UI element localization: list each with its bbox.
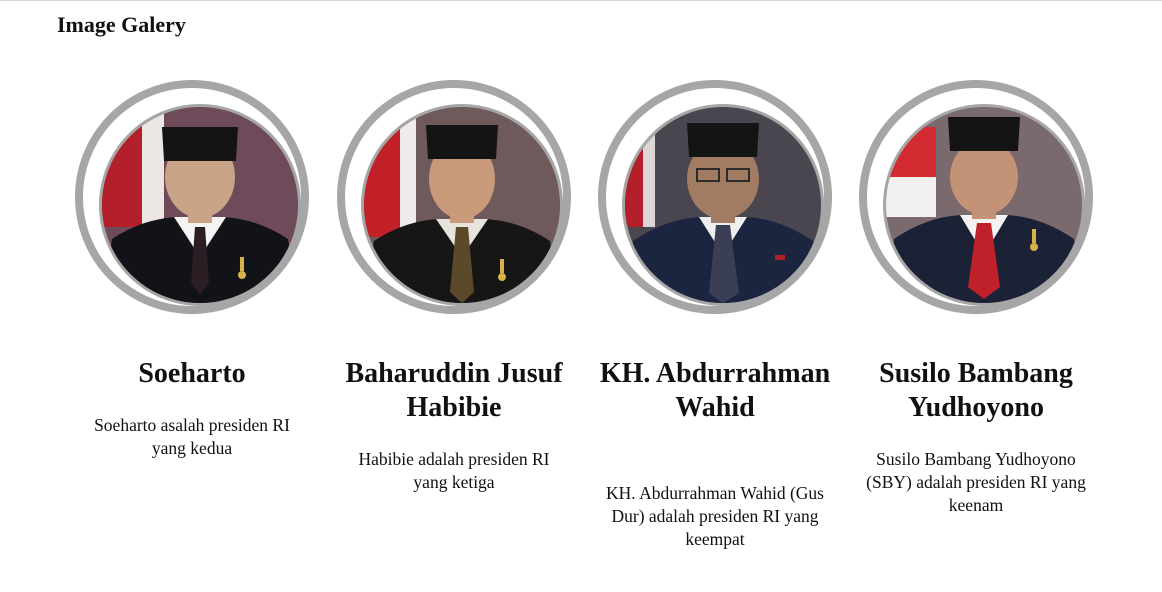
portrait-frame bbox=[859, 80, 1093, 314]
portrait-image[interactable] bbox=[625, 107, 821, 303]
person-name: KH. Abdurrahman Wahid bbox=[599, 358, 831, 423]
portrait-image[interactable] bbox=[364, 107, 560, 303]
person-name: Baharuddin Jusuf Habibie bbox=[345, 358, 563, 423]
top-divider bbox=[0, 0, 1162, 1]
portrait-frame bbox=[598, 80, 832, 314]
person-name: Susilo Bambang Yudhoyono bbox=[879, 358, 1073, 423]
person-description: Habibie adalah presiden RI yang ketiga bbox=[358, 449, 550, 492]
portrait-image[interactable] bbox=[886, 107, 1082, 303]
person-description: KH. Abdurrahman Wahid (Gus Dur) adalah p… bbox=[606, 483, 824, 549]
portrait-frame bbox=[75, 80, 309, 314]
person-description: Susilo Bambang Yudhoyono (SBY) adalah pr… bbox=[866, 449, 1086, 515]
person-description: Soeharto asalah presiden RI yang kedua bbox=[94, 415, 290, 458]
portrait-image[interactable] bbox=[102, 107, 298, 303]
person-name: Soeharto bbox=[138, 358, 246, 389]
page-title: Image Galery bbox=[57, 12, 186, 37]
portrait-frame bbox=[337, 80, 571, 314]
